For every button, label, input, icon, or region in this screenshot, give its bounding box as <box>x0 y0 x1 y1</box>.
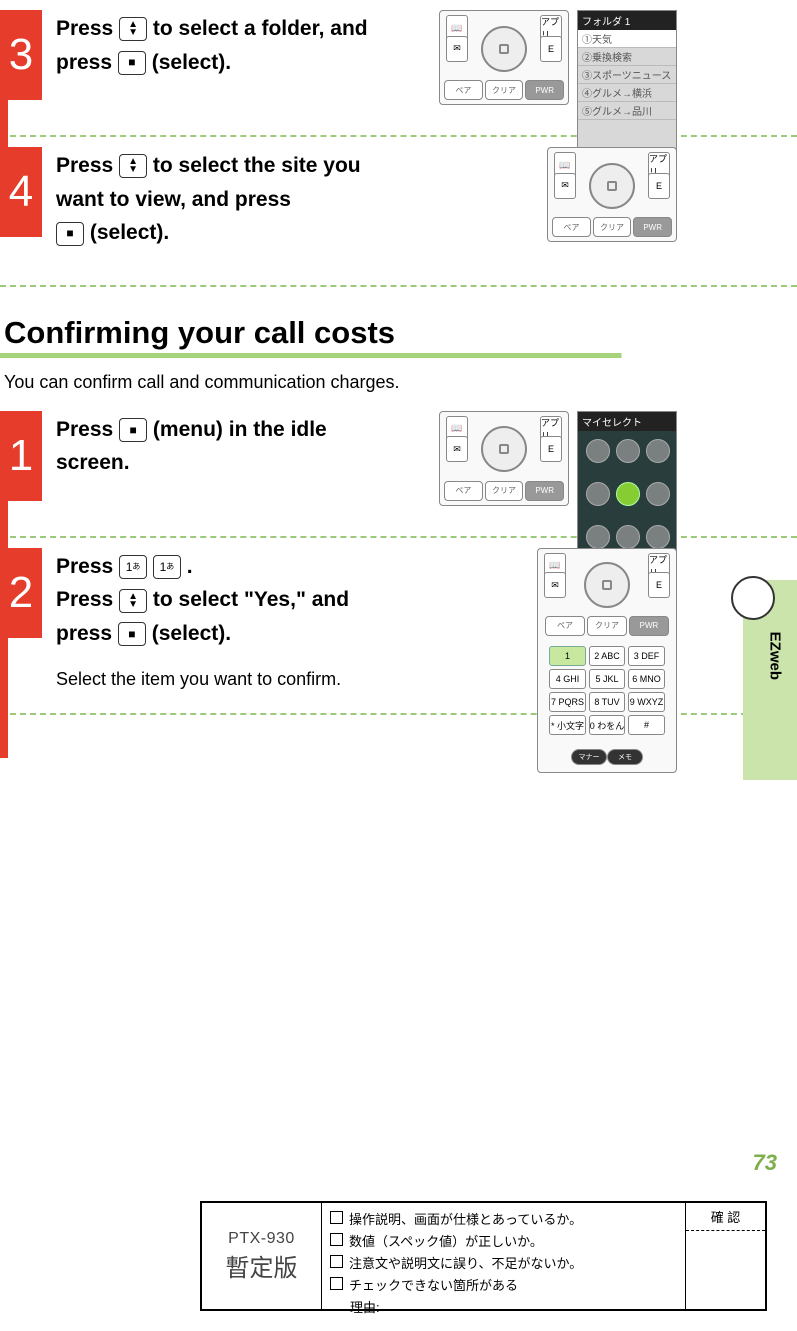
step-number-3: 3 <box>0 10 42 100</box>
checkbox-icon[interactable] <box>330 1277 343 1290</box>
reason-label: 理由: <box>330 1297 677 1316</box>
key-hash: # <box>628 715 665 735</box>
step-3-block: 3 Press ▲▼ to select a folder, and press… <box>0 10 797 137</box>
dpad-illustration: 📖 アプリ ✉ E ペア クリア PWR <box>439 411 569 506</box>
footer-box: PTX-930 暫定版 操作説明、画面が仕様とあっているか。 数値（スペック値）… <box>200 1201 767 1311</box>
checkbox-icon[interactable] <box>330 1255 343 1268</box>
updown-key-icon: ▲▼ <box>119 154 147 178</box>
menu-icon <box>646 482 670 506</box>
folder-screen-image: フォルダ 1 ①天気 ②乗換検索 ③スポーツニュース ④グルメ→横浜 ⑤グルメ→… <box>577 10 677 170</box>
pwr-key: PWR <box>525 80 564 100</box>
key-7: 7 PQRS <box>549 692 586 712</box>
step-4-text: Press ▲▼ to select the site you want to … <box>56 147 386 250</box>
key-4: 4 GHI <box>549 669 586 689</box>
menu-icon <box>586 525 610 549</box>
mail-icon: ✉ <box>446 36 468 62</box>
section-title: Confirming your call costs <box>4 315 797 353</box>
pair-key: ペア <box>552 217 591 237</box>
pair-key: ペア <box>444 80 483 100</box>
keypad-illustration: 📖 アプリ ✉ E ペア クリア PWR 1 2 ABC 3 DE <box>537 548 677 773</box>
dpad-illustration: 📖 アプリ ✉ E ペア クリア PWR <box>547 147 677 242</box>
step-number-b2: 2 <box>0 548 42 638</box>
step-b1-text: Press ■ (menu) in the idle screen. <box>56 411 386 480</box>
key-9: 9 WXYZ <box>628 692 665 712</box>
check-item: 操作説明、画面が仕様とあっているか。 <box>330 1209 677 1228</box>
step-number-b1: 1 <box>0 411 42 501</box>
check-item: 注意文や説明文に誤り、不足がないか。 <box>330 1253 677 1272</box>
page-number: 73 <box>753 1150 777 1176</box>
menu-icon-highlighted <box>616 482 640 506</box>
section-subtitle: You can confirm call and communication c… <box>4 372 797 393</box>
mail-icon: ✉ <box>554 173 576 199</box>
clear-key: クリア <box>593 217 632 237</box>
dpad-illustration: 📖 アプリ ✉ E ペア クリア PWR <box>439 10 569 105</box>
dpad-icon <box>589 163 635 209</box>
check-item: 数値（スペック値）が正しいか。 <box>330 1231 677 1250</box>
pair-key: ペア <box>444 481 483 501</box>
square-key-icon: ■ <box>118 51 146 75</box>
mail-icon: ✉ <box>544 572 566 598</box>
step-b2-note: Select the item you want to confirm. <box>56 665 386 694</box>
dpad-icon <box>481 426 527 472</box>
clear-key: クリア <box>485 481 524 501</box>
step-b2-text: Press 1 あ 1 あ . Press ▲▼ to select "Yes,… <box>56 548 386 694</box>
menu-icon <box>586 439 610 463</box>
screen-header: マイセレクト <box>578 412 676 431</box>
manner-key: マナー <box>571 749 607 765</box>
tentative-label: 暫定版 <box>226 1248 298 1283</box>
pwr-key: PWR <box>629 616 669 636</box>
one-key-icon: 1 あ <box>153 555 181 579</box>
square-key-icon: ■ <box>118 622 146 646</box>
menu-icon <box>646 525 670 549</box>
check-item: チェックできない箇所がある <box>330 1275 677 1294</box>
square-key-icon: ■ <box>56 222 84 246</box>
key-star: * 小文字 <box>549 715 586 735</box>
e-key: E <box>648 173 670 199</box>
square-key-icon: ■ <box>119 418 147 442</box>
memo-key: メモ <box>607 749 643 765</box>
title-underline <box>0 353 797 358</box>
numpad: 1 2 ABC 3 DEF 4 GHI 5 JKL 6 MNO 7 PQRS 8… <box>546 643 668 738</box>
pwr-key: PWR <box>633 217 672 237</box>
myselect-screen-image: マイセレクト <box>577 411 677 571</box>
menu-icon <box>616 439 640 463</box>
updown-key-icon: ▲▼ <box>119 17 147 41</box>
step-3-text: Press ▲▼ to select a folder, and press ■… <box>56 10 386 79</box>
e-key: E <box>540 436 562 462</box>
clear-key: クリア <box>485 80 524 100</box>
step-b2-block: 2 Press 1 あ 1 あ . Press ▲▼ to select "Ye… <box>0 548 797 716</box>
key-2: 2 ABC <box>589 646 626 666</box>
pwr-key: PWR <box>525 481 564 501</box>
model-label: PTX-930 <box>228 1230 295 1248</box>
e-key: E <box>540 36 562 62</box>
stamp-icon <box>731 576 775 620</box>
pair-key: ペア <box>545 616 585 636</box>
key-1: 1 <box>549 646 586 666</box>
key-8: 8 TUV <box>589 692 626 712</box>
step-4-block: 4 Press ▲▼ to select the site you want t… <box>0 147 797 287</box>
mail-icon: ✉ <box>446 436 468 462</box>
key-0: 0 わをん <box>589 715 626 735</box>
checkbox-icon[interactable] <box>330 1233 343 1246</box>
checkbox-icon[interactable] <box>330 1211 343 1224</box>
step-b1-block: 1 Press ■ (menu) in the idle screen. 📖 ア… <box>0 411 797 538</box>
confirm-label: 確 認 <box>686 1203 765 1231</box>
step-number-4: 4 <box>0 147 42 237</box>
menu-icon <box>646 439 670 463</box>
side-label: EZweb <box>766 632 783 680</box>
screen-header: フォルダ 1 <box>578 11 676 30</box>
menu-icon <box>616 525 640 549</box>
key-5: 5 JKL <box>589 669 626 689</box>
updown-key-icon: ▲▼ <box>119 589 147 613</box>
e-key: E <box>648 572 670 598</box>
menu-icon <box>586 482 610 506</box>
key-6: 6 MNO <box>628 669 665 689</box>
dpad-icon <box>584 562 630 608</box>
one-key-icon: 1 あ <box>119 555 147 579</box>
key-3: 3 DEF <box>628 646 665 666</box>
dpad-icon <box>481 26 527 72</box>
clear-key: クリア <box>587 616 627 636</box>
